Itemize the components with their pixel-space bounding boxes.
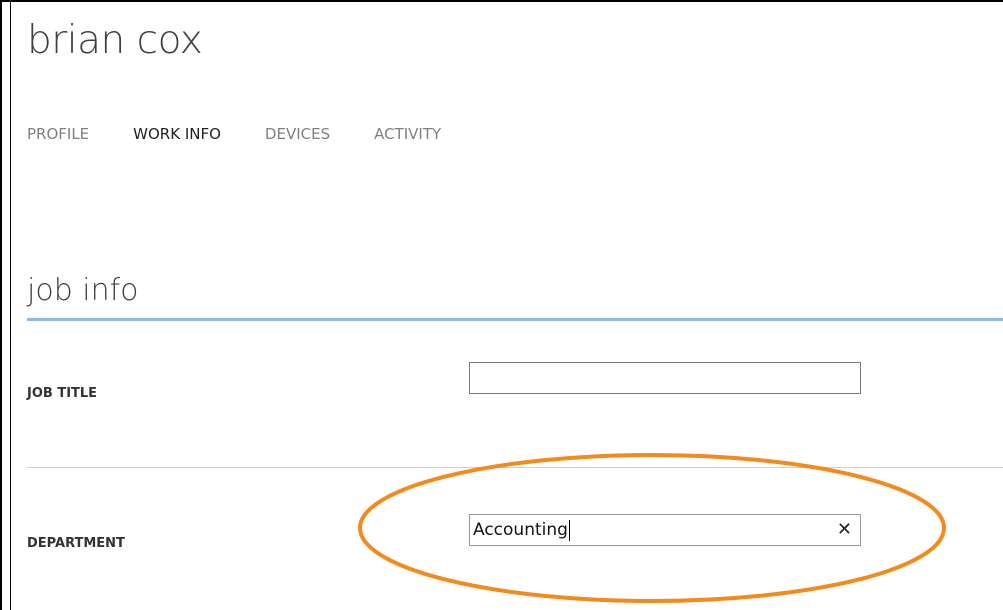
tab-work-info[interactable]: WORK INFO xyxy=(133,125,221,143)
tab-profile[interactable]: PROFILE xyxy=(27,125,89,143)
tab-devices[interactable]: DEVICES xyxy=(265,125,330,143)
job-title-label: JOB TITLE xyxy=(27,386,98,401)
close-icon[interactable]: ✕ xyxy=(837,515,852,545)
row-divider xyxy=(27,467,1003,468)
tab-activity[interactable]: ACTIVITY xyxy=(374,125,441,143)
section-title: job info xyxy=(27,273,139,308)
text-caret xyxy=(568,519,570,541)
frame-divider xyxy=(10,0,11,610)
department-input[interactable]: Accounting ✕ xyxy=(469,514,861,546)
section-underline xyxy=(27,318,1003,321)
department-label: DEPARTMENT xyxy=(27,536,125,551)
department-value: Accounting xyxy=(473,520,568,540)
tab-bar: PROFILE WORK INFO DEVICES ACTIVITY xyxy=(27,125,441,143)
job-title-input[interactable] xyxy=(469,362,861,394)
user-name-title: brian cox xyxy=(27,18,203,63)
